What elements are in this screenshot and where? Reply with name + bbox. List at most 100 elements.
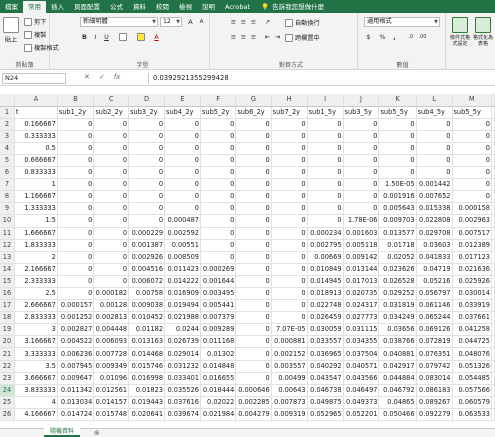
column-header[interactable]: H: [271, 94, 308, 107]
cell[interactable]: 0.026528: [378, 275, 417, 289]
cell[interactable]: 0.042917: [378, 360, 417, 373]
cell[interactable]: 0: [307, 178, 344, 192]
cell[interactable]: 0.04719: [416, 263, 453, 276]
ribbon-tab[interactable]: 檢視: [174, 1, 197, 13]
underline-button[interactable]: U: [102, 33, 111, 42]
cell[interactable]: [491, 154, 495, 168]
cell[interactable]: 0.048076: [452, 347, 492, 361]
row-header[interactable]: 7: [0, 178, 15, 192]
cell[interactable]: 0: [93, 239, 130, 252]
cell[interactable]: 0.040881: [378, 347, 417, 361]
cell[interactable]: 0.029014: [164, 347, 201, 361]
cell[interactable]: 0.666667: [14, 154, 58, 168]
cell[interactable]: 3.333333: [14, 347, 58, 361]
cell[interactable]: 0: [343, 202, 380, 216]
cell[interactable]: 0: [235, 299, 272, 313]
cell[interactable]: 0: [307, 214, 344, 228]
cell[interactable]: 0.039674: [164, 408, 201, 422]
cell[interactable]: [491, 396, 495, 409]
cell[interactable]: 0.002827: [57, 323, 95, 337]
row-header[interactable]: 4: [0, 142, 15, 155]
cell[interactable]: 0.833333: [14, 166, 58, 180]
cell[interactable]: 1.166667: [14, 190, 58, 204]
cell[interactable]: [491, 287, 495, 301]
cell[interactable]: 0: [271, 178, 308, 192]
cell[interactable]: 0: [57, 166, 95, 180]
cell[interactable]: 0.002813: [93, 311, 130, 325]
cell[interactable]: 0.018444: [200, 384, 237, 397]
cell[interactable]: 0.029708: [416, 227, 453, 240]
cell[interactable]: [491, 408, 495, 422]
cell[interactable]: 0.033557: [307, 335, 344, 349]
cell[interactable]: 0: [271, 287, 308, 301]
row-header[interactable]: 17: [0, 299, 15, 313]
cell[interactable]: [491, 299, 495, 313]
cell[interactable]: 0.022748: [307, 299, 344, 313]
cell[interactable]: [491, 251, 495, 264]
cell[interactable]: 0.015746: [128, 360, 166, 373]
cell[interactable]: 0: [235, 360, 272, 373]
cell[interactable]: 0: [164, 154, 201, 168]
cell[interactable]: 0: [452, 118, 492, 131]
cell[interactable]: 0: [416, 166, 453, 180]
cell[interactable]: 0.014157: [93, 396, 130, 409]
cell[interactable]: 0.001603: [343, 227, 380, 240]
cell[interactable]: 1.50E-05: [378, 178, 417, 192]
cell[interactable]: 0.033401: [164, 372, 201, 385]
column-header[interactable]: L: [416, 94, 453, 107]
cell[interactable]: 0.044884: [378, 372, 417, 385]
cell[interactable]: 0.008509: [164, 251, 201, 264]
cell[interactable]: 0.012389: [452, 239, 492, 252]
cell[interactable]: 0.019443: [128, 396, 166, 409]
cell[interactable]: 0: [57, 154, 95, 168]
row-header[interactable]: 3: [0, 130, 15, 143]
cell[interactable]: 0.076351: [416, 347, 453, 361]
cell[interactable]: 0.012561: [93, 384, 130, 397]
cell[interactable]: 0: [452, 142, 492, 155]
cell[interactable]: 0: [307, 202, 344, 216]
cell[interactable]: 0.00551: [164, 239, 201, 252]
cell[interactable]: 0.00643: [271, 384, 308, 397]
cell[interactable]: 0: [57, 227, 95, 240]
cut-button[interactable]: 剪下: [24, 17, 46, 26]
column-header[interactable]: C: [93, 94, 130, 107]
column-header[interactable]: B: [57, 94, 95, 107]
row-header[interactable]: 18: [0, 311, 15, 325]
cell[interactable]: 0: [271, 299, 308, 313]
cell[interactable]: 1: [14, 178, 58, 192]
cell[interactable]: 0: [57, 118, 95, 131]
cell[interactable]: 0: [271, 118, 308, 131]
cell[interactable]: 0.044725: [452, 335, 492, 349]
cell[interactable]: 0: [378, 154, 417, 168]
cell[interactable]: 0.031232: [164, 360, 201, 373]
cell[interactable]: 0.000182: [93, 287, 130, 301]
cell[interactable]: 0: [378, 118, 417, 131]
cell[interactable]: 0.072819: [416, 335, 453, 349]
cell[interactable]: 0.007873: [271, 396, 308, 409]
cell[interactable]: 0: [200, 130, 237, 143]
cell[interactable]: 0.004516: [128, 263, 166, 276]
cell-table[interactable]: ABCDEFGHIJKLM 1 t sub1_2y sub2_2y sub3_2y sub…: [0, 94, 495, 422]
cell[interactable]: 0: [343, 130, 380, 143]
cell[interactable]: 0: [93, 154, 130, 168]
cell[interactable]: 0.056797: [416, 287, 453, 301]
cell[interactable]: [491, 118, 495, 131]
cell[interactable]: 3.5: [14, 360, 58, 373]
cell[interactable]: 0.013163: [128, 335, 166, 349]
cell[interactable]: 0: [343, 142, 380, 155]
cell[interactable]: 0.007652: [416, 190, 453, 204]
cell[interactable]: [491, 190, 495, 204]
cell[interactable]: 0: [307, 154, 344, 168]
cell[interactable]: 0: [235, 323, 272, 337]
cell[interactable]: 0.014222: [164, 275, 201, 289]
cell[interactable]: 0.015338: [416, 202, 453, 216]
cell[interactable]: 0: [128, 154, 166, 168]
cell[interactable]: 0.007728: [93, 347, 130, 361]
row-header[interactable]: 9: [0, 202, 15, 216]
grow-font-button[interactable]: A: [186, 18, 195, 27]
formula-input[interactable]: 0.0392921355299428: [148, 73, 493, 84]
cell[interactable]: 0.000229: [128, 227, 166, 240]
cell[interactable]: 2.833333: [14, 311, 58, 325]
cell[interactable]: 0.009319: [271, 408, 308, 422]
tell-me-search[interactable]: 💡 告訴我您想做什麼: [255, 1, 324, 13]
